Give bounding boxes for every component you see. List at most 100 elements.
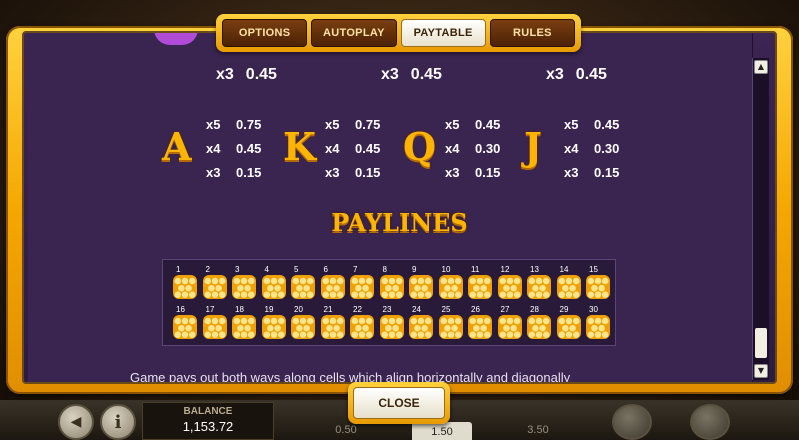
symbol-pay: x3 0.45	[381, 66, 442, 84]
payline-cell: 26	[466, 304, 494, 342]
info-button[interactable]: i	[100, 404, 136, 440]
honeycomb-icon	[320, 275, 345, 299]
close-button-frame: CLOSE	[348, 382, 450, 424]
payline-number: 12	[500, 265, 510, 274]
tab-bar: OPTIONS AUTOPLAY PAYTABLE RULES	[216, 14, 581, 52]
honeycomb-icon	[350, 275, 374, 299]
payline-number: 2	[205, 265, 210, 274]
pay-value: 0.15	[236, 164, 262, 180]
payline-number: 11	[471, 265, 480, 274]
honeycomb-icon	[409, 275, 433, 299]
scroll-up-button[interactable]: ▲	[754, 60, 768, 74]
bet-option-selected[interactable]: 1.50	[412, 422, 472, 440]
payline-cell: 13	[525, 264, 553, 302]
pay-multiplier: x3	[564, 164, 579, 180]
pay-value: 0.15	[475, 164, 501, 180]
payline-number: 17	[205, 305, 215, 314]
pay-multiplier: x5	[325, 116, 340, 132]
payline-number: 7	[353, 265, 358, 274]
speaker-icon: ◀	[70, 414, 82, 430]
tab-options[interactable]: OPTIONS	[222, 19, 308, 47]
payline-cell: 7	[348, 264, 376, 302]
honeycomb-icon	[468, 275, 492, 299]
payline-number: 9	[412, 265, 417, 274]
symbol-pay: x3 0.45	[546, 66, 607, 84]
payline-number: 15	[589, 265, 598, 274]
scroll-down-button[interactable]: ▼	[754, 364, 768, 378]
scrollbar[interactable]: ▲ ▼	[752, 58, 769, 380]
payline-number: 30	[589, 305, 598, 314]
payline-cell: 23	[378, 304, 406, 342]
honeycomb-icon	[232, 275, 256, 299]
payline-cell: 5	[289, 264, 317, 302]
payline-number: 19	[264, 305, 274, 314]
spin-control[interactable]	[690, 404, 730, 440]
honeycomb-icon	[350, 315, 374, 339]
balance-display: BALANCE 1,153.72	[142, 402, 274, 440]
pay-value: 0.15	[594, 164, 620, 180]
honeycomb-icon	[261, 315, 286, 339]
payline-number: 27	[500, 305, 510, 314]
payline-cell: 28	[525, 304, 553, 342]
payline-cell: 4	[260, 264, 288, 302]
payline-cell: 22	[348, 304, 376, 342]
honeycomb-icon	[468, 315, 492, 339]
symbol-q-icon: Q	[403, 124, 437, 169]
payline-number: 13	[530, 265, 539, 274]
payline-cell: 12	[496, 264, 524, 302]
symbol-a-icon: A	[162, 124, 192, 169]
pay-multiplier: x4	[206, 140, 221, 156]
tab-paytable[interactable]: PAYTABLE	[400, 19, 486, 47]
payline-cell: 10	[437, 264, 465, 302]
pay-value: 0.45	[410, 66, 442, 83]
close-button[interactable]: CLOSE	[353, 387, 445, 419]
pay-value: 0.75	[236, 116, 262, 132]
honeycomb-icon	[320, 315, 345, 339]
honeycomb-icon	[438, 315, 463, 339]
pay-multiplier: x5	[445, 116, 460, 132]
pay-value: 0.45	[245, 66, 277, 83]
payline-number: 26	[471, 305, 480, 314]
payline-number: 18	[235, 305, 244, 314]
payline-cell: 30	[584, 304, 612, 342]
payline-cell: 8	[378, 264, 406, 302]
payline-cell: 17	[201, 304, 229, 342]
payline-cell: 3	[230, 264, 258, 302]
payline-number: 1	[176, 265, 181, 274]
honeycomb-icon	[202, 315, 227, 339]
honeycomb-icon	[379, 315, 404, 339]
pay-multiplier: x5	[206, 116, 221, 132]
balance-label: BALANCE	[183, 406, 233, 417]
honeycomb-icon	[261, 275, 286, 299]
autoplay-control[interactable]	[612, 404, 652, 440]
tab-autoplay[interactable]: AUTOPLAY	[311, 19, 397, 47]
honeycomb-icon	[173, 315, 197, 339]
payline-cell: 11	[466, 264, 494, 302]
honeycomb-icon	[497, 275, 522, 299]
payline-number: 3	[235, 265, 240, 274]
pay-multiplier: x5	[564, 116, 579, 132]
scroll-thumb[interactable]	[755, 328, 767, 358]
sound-button[interactable]: ◀	[58, 404, 94, 440]
payline-number: 10	[441, 265, 451, 274]
pay-multiplier: x3	[216, 66, 234, 83]
payline-cell: 29	[555, 304, 583, 342]
bet-option[interactable]: 3.50	[508, 420, 568, 440]
pay-value: 0.45	[575, 66, 607, 83]
honeycomb-icon	[202, 275, 227, 299]
pay-multiplier: x4	[325, 140, 340, 156]
tab-rules[interactable]: RULES	[489, 19, 575, 47]
pay-value: 0.15	[355, 164, 381, 180]
symbol-k-icon: K	[283, 124, 317, 169]
payline-cell: 20	[289, 304, 317, 342]
payline-cell: 27	[496, 304, 524, 342]
payline-number: 29	[559, 305, 569, 314]
payline-cell: 1	[171, 264, 199, 302]
payline-cell: 24	[407, 304, 435, 342]
honeycomb-icon	[291, 275, 315, 299]
payline-number: 22	[353, 305, 362, 314]
paylines-grid: 1 2 3 4 5 6 7 8 9 10 11 12 13 14 15 16 17 18 19 20 21 22 23 24 2…	[162, 259, 616, 346]
pay-value: 0.45	[594, 116, 620, 132]
payline-number: 24	[412, 305, 421, 314]
rules-description: Game pays out both ways along cells whic…	[130, 370, 571, 382]
